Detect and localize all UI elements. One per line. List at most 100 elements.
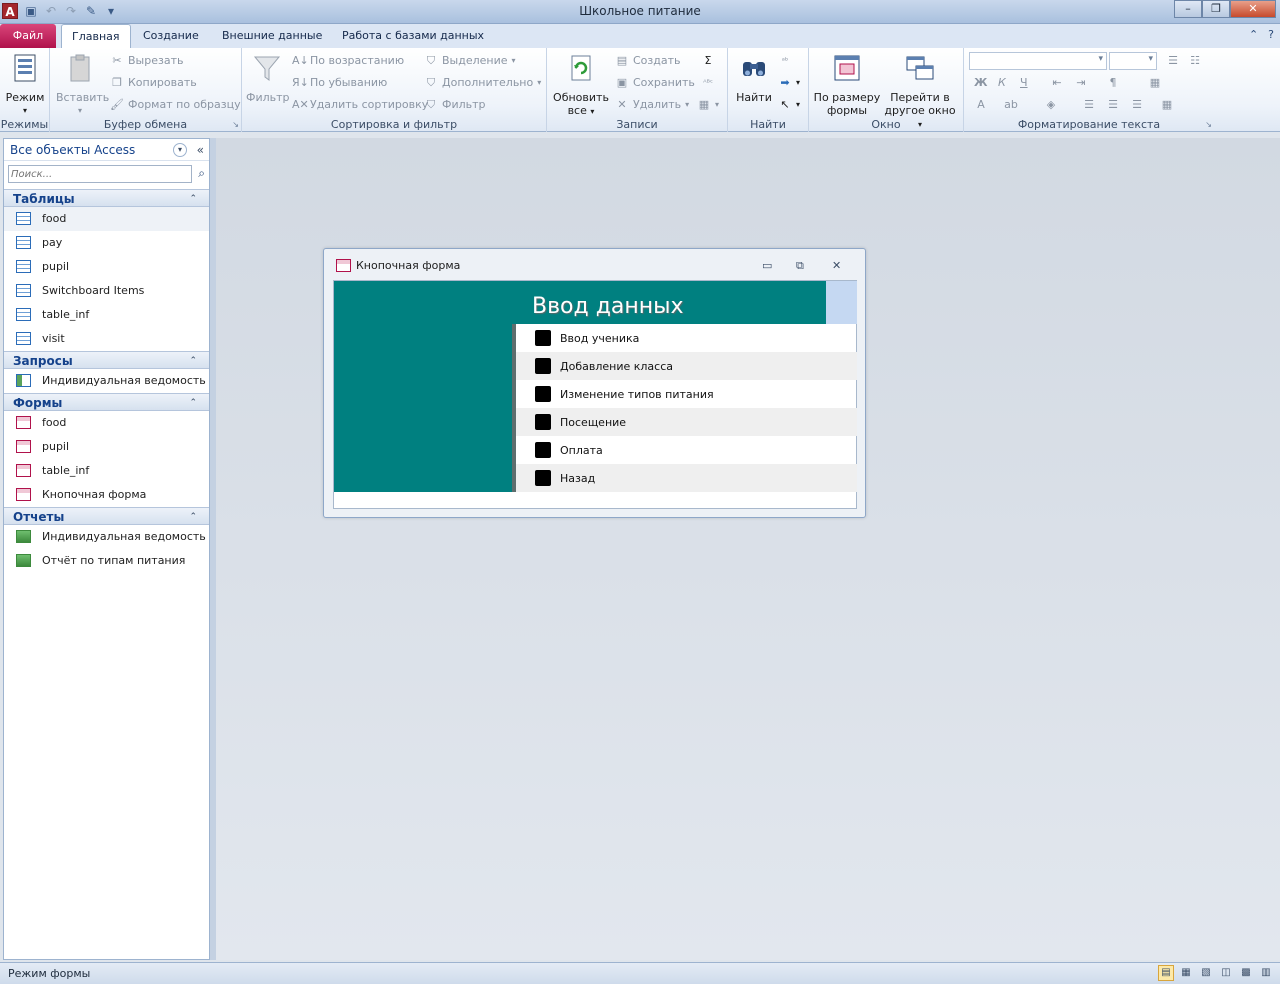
refresh-all-button[interactable]: Обновить все ▾ [551, 52, 611, 118]
copy-button[interactable]: ❐ Копировать [110, 74, 197, 92]
decrease-indent-button[interactable]: ⇤ [1050, 74, 1064, 92]
form-design-icon[interactable]: ✎ [84, 4, 98, 18]
nav-item-table-visit[interactable]: visit [4, 327, 209, 351]
minimize-ribbon-icon[interactable]: ⌃ [1249, 28, 1258, 41]
save-icon[interactable]: ▣ [24, 4, 38, 18]
nav-section-queries[interactable]: Запросы ⌃ [4, 351, 209, 369]
sort-descending-button[interactable]: Я↓ По убыванию [292, 74, 387, 92]
pivot-view-icon[interactable]: ▩ [1238, 965, 1254, 981]
delete-record-button[interactable]: ✕ Удалить ▾ [615, 96, 689, 114]
design-view-icon[interactable]: ◫ [1218, 965, 1234, 981]
nav-section-forms[interactable]: Формы ⌃ [4, 393, 209, 411]
more-records-button[interactable]: ▦ ▾ [697, 96, 719, 114]
switchboard-item[interactable]: Изменение типов питания [516, 380, 857, 408]
switchboard-item-label[interactable]: Оплата [560, 444, 603, 457]
alternate-fill-button[interactable]: ▦ [1160, 96, 1174, 114]
save-record-button[interactable]: ▣ Сохранить [615, 74, 695, 92]
search-icon[interactable]: ⌕ [198, 166, 205, 181]
replace-button[interactable]: ᵃᵇ [778, 52, 792, 70]
clipboard-launcher-icon[interactable]: ↘ [232, 120, 239, 129]
datasheet-view-icon[interactable]: ▦ [1178, 965, 1194, 981]
form-view-icon[interactable]: ▤ [1158, 965, 1174, 981]
access-logo-icon[interactable]: A [2, 3, 18, 19]
nav-item-table-switchboard-items[interactable]: Switchboard Items [4, 279, 209, 303]
font-color-button[interactable]: A [974, 96, 988, 114]
minimize-button[interactable]: – [1174, 0, 1202, 18]
nav-item-form-table-inf[interactable]: table_inf [4, 459, 209, 483]
selection-button[interactable]: ⛉ Выделение ▾ [424, 52, 516, 70]
collapse-up-icon[interactable]: ⌃ [189, 190, 197, 208]
collapse-up-icon[interactable]: ⌃ [189, 394, 197, 412]
chart-view-icon[interactable]: ▥ [1258, 965, 1274, 981]
form-window-title[interactable]: Кнопочная форма [336, 259, 460, 272]
layout-view-icon[interactable]: ▧ [1198, 965, 1214, 981]
filter-big-button[interactable]: Фильтр [246, 52, 290, 104]
align-center-button[interactable]: ☰ [1106, 96, 1120, 114]
nav-search-input[interactable] [8, 165, 192, 183]
nav-item-table-table-inf[interactable]: table_inf [4, 303, 209, 327]
switchboard-item-label[interactable]: Добавление класса [560, 360, 673, 373]
remove-sort-button[interactable]: A✕ Удалить сортировку [292, 96, 428, 114]
cut-button[interactable]: ✂ Вырезать [110, 52, 183, 70]
paste-button[interactable]: Вставить ▾ [56, 52, 109, 117]
underline-button[interactable]: Ч [1020, 74, 1028, 92]
nav-header[interactable]: Все объекты Access ▾ « [4, 139, 209, 161]
tab-home[interactable]: Главная [61, 24, 131, 49]
fill-color-button[interactable]: ◈ [1044, 96, 1058, 114]
goto-button[interactable]: ➡ ▾ [778, 74, 800, 92]
collapse-up-icon[interactable]: ⌃ [189, 352, 197, 370]
nav-menu-chevron-icon[interactable]: ▾ [173, 143, 187, 157]
nav-item-form-switchboard[interactable]: Кнопочная форма [4, 483, 209, 507]
switchboard-button[interactable] [535, 442, 551, 458]
tab-external-data[interactable]: Внешние данные [212, 24, 332, 48]
redo-icon[interactable]: ↷ [64, 4, 78, 18]
nav-section-reports[interactable]: Отчеты ⌃ [4, 507, 209, 525]
form-restore-button[interactable]: ⧉ [796, 259, 804, 273]
help-icon[interactable]: ? [1268, 28, 1274, 41]
switchboard-button[interactable] [535, 358, 551, 374]
italic-button[interactable]: К [998, 74, 1006, 92]
align-right-button[interactable]: ☰ [1130, 96, 1144, 114]
undo-icon[interactable]: ↶ [44, 4, 58, 18]
nav-item-form-food[interactable]: food [4, 411, 209, 435]
font-name-combo[interactable] [969, 52, 1107, 70]
nav-item-table-food[interactable]: food [4, 207, 209, 231]
nav-item-form-pupil[interactable]: pupil [4, 435, 209, 459]
align-left-button[interactable]: ☰ [1082, 96, 1096, 114]
switchboard-item-label[interactable]: Назад [560, 472, 595, 485]
switchboard-item[interactable]: Назад [516, 464, 857, 492]
switchboard-item[interactable]: Добавление класса [516, 352, 857, 380]
format-painter-button[interactable]: 🖌 Формат по образцу [110, 96, 241, 114]
form-minimize-button[interactable]: ▭ [762, 259, 772, 272]
tab-database-tools[interactable]: Работа с базами данных [332, 24, 494, 48]
numbering-button[interactable]: ☷ [1188, 52, 1202, 70]
maximize-button[interactable]: ❐ [1202, 0, 1230, 18]
new-record-button[interactable]: ▤ Создать [615, 52, 681, 70]
highlight-button[interactable]: ab [1004, 96, 1018, 114]
switchboard-button[interactable] [535, 470, 551, 486]
nav-item-table-pupil[interactable]: pupil [4, 255, 209, 279]
switchboard-item[interactable]: Ввод ученика [516, 324, 857, 352]
switchboard-item-label[interactable]: Ввод ученика [560, 332, 639, 345]
nav-section-tables[interactable]: Таблицы ⌃ [4, 189, 209, 207]
switchboard-item-label[interactable]: Изменение типов питания [560, 388, 714, 401]
switchboard-item[interactable]: Посещение [516, 408, 857, 436]
text-format-launcher-icon[interactable]: ↘ [1205, 120, 1212, 129]
find-button[interactable]: Найти [732, 52, 776, 104]
nav-item-report-individual[interactable]: Индивидуальная ведомость [4, 525, 209, 549]
advanced-button[interactable]: ⛉ Дополнительно ▾ [424, 74, 541, 92]
paragraph-direction-button[interactable]: ¶ [1106, 74, 1120, 92]
customize-qat-icon[interactable]: ▾ [104, 4, 118, 18]
tab-create[interactable]: Создание [133, 24, 209, 48]
nav-item-table-pay[interactable]: pay [4, 231, 209, 255]
switchboard-item-label[interactable]: Посещение [560, 416, 626, 429]
size-to-fit-button[interactable]: По размеру формы [813, 52, 881, 117]
switchboard-button[interactable] [535, 330, 551, 346]
increase-indent-button[interactable]: ⇥ [1074, 74, 1088, 92]
collapse-up-icon[interactable]: ⌃ [189, 508, 197, 526]
totals-button[interactable]: Σ [701, 52, 715, 70]
gridlines-button[interactable]: ▦ [1148, 74, 1162, 92]
form-close-button[interactable]: ✕ [832, 259, 841, 272]
toggle-filter-button[interactable]: ⛉ Фильтр [424, 96, 486, 114]
switchboard-button[interactable] [535, 414, 551, 430]
